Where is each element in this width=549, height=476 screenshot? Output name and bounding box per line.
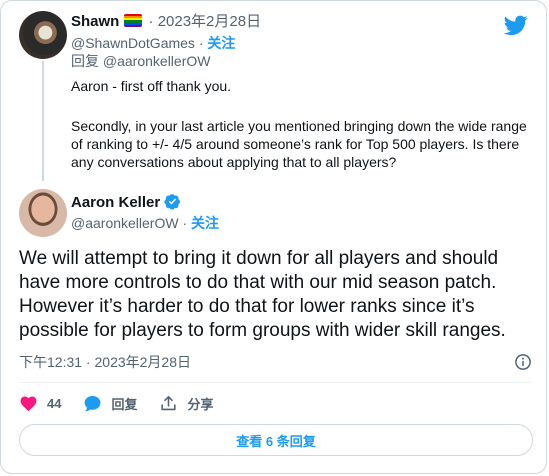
like-button[interactable]: 44	[19, 394, 61, 413]
like-count: 44	[47, 395, 62, 411]
thread-connector	[42, 61, 44, 181]
reply-label: 回复	[111, 396, 138, 412]
follow-button[interactable]: 关注	[191, 215, 219, 231]
embedded-tweet-card: Shawn · 2023年2月28日 @ShawnDotGames · 关注 回…	[0, 0, 547, 474]
author-handle-row: @aaronkellerOW · 关注	[71, 215, 219, 232]
twitter-bird-icon[interactable]	[504, 13, 528, 37]
author-handle[interactable]: @aaronkellerOW	[71, 215, 179, 231]
tweet-paragraph: Secondly, in your last article you menti…	[71, 118, 527, 170]
main-tweet-text: We will attempt to bring it down for all…	[19, 247, 539, 343]
replying-to: 回复 @aaronkellerOW	[71, 53, 210, 70]
parent-tweet-header: Shawn · 2023年2月28日	[71, 13, 261, 31]
verified-badge-icon	[164, 194, 181, 210]
share-label: 分享	[187, 396, 214, 412]
tweet-date[interactable]: 2023年2月28日	[158, 13, 261, 30]
separator: ·	[178, 215, 192, 231]
tweet-time: 下午12:31	[19, 354, 83, 370]
reply-prefix: 回复	[71, 53, 99, 69]
tweet-timestamp[interactable]: 下午12:31 · 2023年2月28日	[19, 354, 191, 371]
separator: ·	[194, 35, 208, 51]
author-handle[interactable]: @ShawnDotGames	[71, 35, 195, 51]
tweet-actions: 44 回复 分享	[19, 393, 236, 413]
reply-to-handle[interactable]: @aaronkellerOW	[103, 53, 211, 69]
reply-button[interactable]: 回复	[83, 394, 137, 413]
heart-icon	[20, 396, 37, 411]
avatar[interactable]	[19, 189, 67, 237]
info-icon[interactable]	[514, 353, 532, 371]
separator: ·	[144, 13, 158, 30]
share-button[interactable]: 分享	[159, 394, 214, 413]
divider	[19, 382, 532, 383]
author-name[interactable]: Shawn	[71, 13, 119, 30]
author-name-row: Aaron Keller	[71, 193, 181, 212]
follow-button[interactable]: 关注	[207, 35, 235, 51]
author-handle-row: @ShawnDotGames · 关注	[71, 35, 235, 52]
author-name[interactable]: Aaron Keller	[71, 194, 160, 211]
tweet-body: We will attempt to bring it down for all…	[19, 248, 506, 341]
avatar[interactable]	[19, 11, 67, 59]
rainbow-flag-icon	[124, 14, 143, 27]
share-icon	[161, 395, 177, 410]
view-replies-button[interactable]: 查看 6 条回复	[19, 424, 533, 456]
parent-tweet-text: Aaron - first off thank you. Secondly, i…	[71, 77, 533, 171]
tweet-paragraph: Aaron - first off thank you.	[71, 78, 232, 94]
tweet-date: 2023年2月28日	[94, 354, 192, 370]
reply-bubble-icon	[85, 395, 101, 411]
